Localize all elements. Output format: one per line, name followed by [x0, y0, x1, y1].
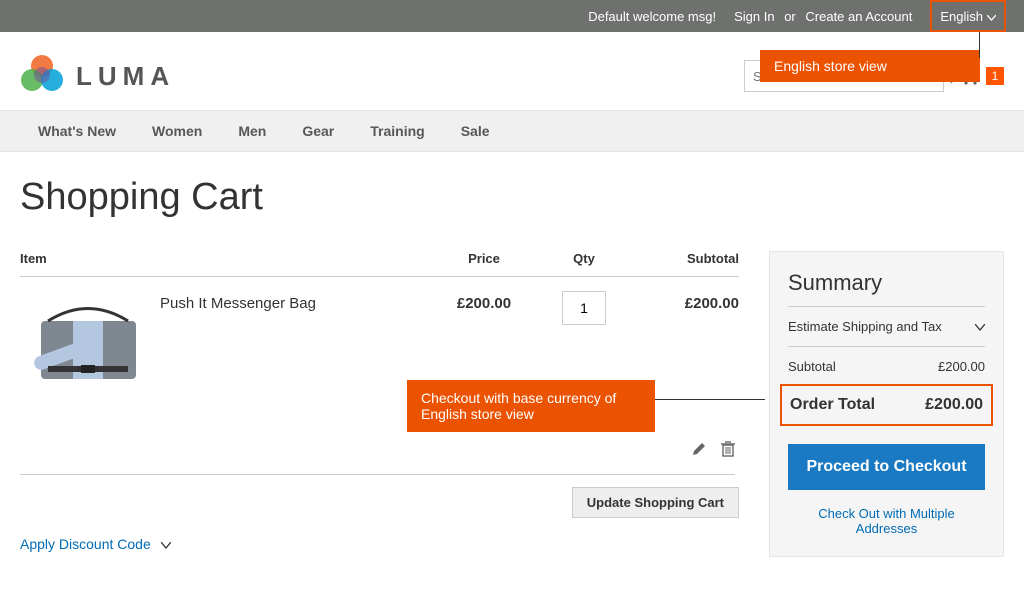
annotation-store-view: English store view	[760, 50, 980, 82]
col-header-item: Item	[20, 251, 429, 266]
nav-item-what-s-new[interactable]: What's New	[20, 111, 134, 151]
subtotal-label: Subtotal	[788, 359, 836, 374]
apply-discount-toggle[interactable]: Apply Discount Code	[20, 536, 739, 552]
nav-item-training[interactable]: Training	[352, 111, 442, 151]
multi-address-link[interactable]: Check Out with Multiple Addresses	[788, 506, 985, 536]
welcome-msg: Default welcome msg!	[588, 9, 716, 24]
total-label: Order Total	[790, 396, 875, 414]
main-nav: What's NewWomenMenGearTrainingSale	[0, 110, 1024, 152]
total-value: £200.00	[925, 396, 983, 414]
logo[interactable]: LUMA	[20, 54, 175, 98]
nav-item-sale[interactable]: Sale	[443, 111, 508, 151]
auth-links: Sign In or Create an Account	[734, 9, 912, 24]
summary-title: Summary	[788, 270, 985, 307]
product-image[interactable]	[20, 291, 160, 401]
page-title: Shopping Cart	[0, 152, 1024, 229]
nav-item-gear[interactable]: Gear	[284, 111, 352, 151]
col-header-qty: Qty	[539, 251, 629, 266]
or-text: or	[784, 9, 796, 24]
chevron-down-icon	[161, 536, 171, 552]
logo-icon	[20, 54, 64, 98]
language-switcher[interactable]: English	[930, 0, 1006, 32]
edit-icon[interactable]	[691, 441, 707, 460]
language-label: English	[940, 9, 983, 24]
product-name[interactable]: Push It Messenger Bag	[160, 291, 429, 401]
sign-in-link[interactable]: Sign In	[734, 9, 774, 24]
nav-item-men[interactable]: Men	[220, 111, 284, 151]
order-total-row: Order Total £200.00	[780, 384, 993, 426]
summary-panel: Summary Estimate Shipping and Tax Subtot…	[769, 251, 1004, 557]
cart-count-badge: 1	[986, 67, 1004, 85]
estimate-label: Estimate Shipping and Tax	[788, 319, 942, 334]
trash-icon[interactable]	[721, 441, 735, 460]
annotation-line	[979, 32, 980, 58]
update-cart-button[interactable]: Update Shopping Cart	[572, 487, 739, 518]
col-header-subtotal: Subtotal	[629, 251, 739, 266]
top-bar: Default welcome msg! Sign In or Create a…	[0, 0, 1024, 32]
discount-label: Apply Discount Code	[20, 536, 151, 552]
proceed-checkout-button[interactable]: Proceed to Checkout	[788, 444, 985, 490]
subtotal-value: £200.00	[938, 359, 985, 374]
chevron-down-icon	[975, 319, 985, 334]
nav-item-women[interactable]: Women	[134, 111, 220, 151]
estimate-shipping-toggle[interactable]: Estimate Shipping and Tax	[788, 307, 985, 347]
annotation-currency: Checkout with base currency of English s…	[407, 380, 655, 432]
create-account-link[interactable]: Create an Account	[805, 9, 912, 24]
chevron-down-icon	[987, 9, 996, 24]
col-header-price: Price	[429, 251, 539, 266]
annotation-line	[655, 399, 765, 400]
qty-input[interactable]	[562, 291, 606, 325]
logo-text: LUMA	[76, 61, 175, 92]
item-actions	[20, 441, 735, 475]
